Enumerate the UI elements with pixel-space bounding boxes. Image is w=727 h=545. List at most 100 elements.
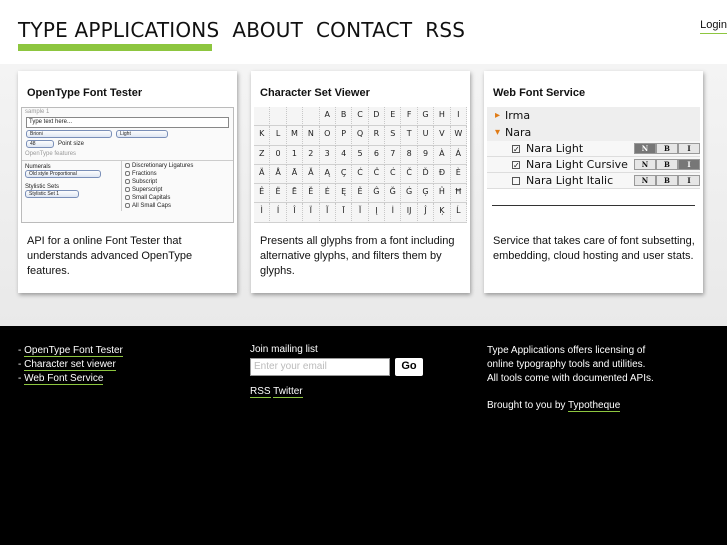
login-link[interactable]: Login bbox=[700, 19, 727, 34]
brought-by: Brought to you by Typotheque bbox=[487, 400, 621, 412]
glyph-cell: Ĉ bbox=[368, 164, 386, 185]
glyph-cell: V bbox=[434, 126, 451, 146]
card-title: OpenType Font Tester bbox=[27, 87, 143, 99]
checkbox-checked-icon: ✓ bbox=[512, 144, 520, 154]
glyph-cell: W bbox=[450, 126, 467, 146]
glyph-cell: Í bbox=[270, 203, 287, 223]
glyph-cell: Î bbox=[286, 203, 304, 223]
feature-option: Small Capitals bbox=[125, 194, 193, 202]
glyph-cell: Ĳ bbox=[401, 203, 418, 223]
glyph-cell: Ğ bbox=[385, 184, 402, 204]
glyph-cell: I bbox=[450, 107, 467, 127]
footer-link-opentype[interactable]: OpenType Font Tester bbox=[24, 345, 123, 357]
glyph-cell: F bbox=[401, 107, 418, 127]
glyph-cell: Ë bbox=[270, 184, 287, 204]
glyph-cell: Ġ bbox=[401, 184, 418, 204]
glyph-cell: L bbox=[270, 126, 287, 146]
glyph-cell: Ĺ bbox=[450, 203, 467, 223]
font-style-row: ✓ Nara Light NBI bbox=[487, 141, 700, 157]
web-font-preview: ▸ Irma ▾ Nara ✓ Nara Light NBI ✓ Nara Li… bbox=[487, 107, 700, 223]
sample-legend: sample 1 bbox=[25, 109, 50, 115]
glyph-cell: Ċ bbox=[385, 164, 402, 185]
card-description: Presents all glyphs from a font includin… bbox=[260, 235, 455, 277]
collapsed-arrow-icon: ▸ bbox=[495, 110, 501, 121]
glyph-cell: 1 bbox=[286, 145, 304, 165]
glyph-cell: Ĕ bbox=[303, 184, 320, 204]
glyph-cell: Č bbox=[401, 164, 418, 185]
feature-option: All Small Caps bbox=[125, 202, 193, 210]
about-line: All tools come with documented APIs. bbox=[487, 373, 654, 384]
expanded-arrow-icon: ▾ bbox=[495, 127, 501, 138]
glyph-cell: P bbox=[335, 126, 353, 146]
typotheque-link[interactable]: Typotheque bbox=[568, 400, 621, 412]
glyph-cell: 9 bbox=[417, 145, 435, 165]
footer-about: Type Applications offers licensing of on… bbox=[487, 344, 687, 413]
nav-contact[interactable]: CONTACT bbox=[316, 18, 412, 42]
divider bbox=[492, 205, 695, 206]
footer-tool-links: - OpenType Font Tester - Character set v… bbox=[18, 345, 123, 385]
glyph-cell: İ bbox=[385, 203, 402, 223]
twitter-link[interactable]: Twitter bbox=[273, 386, 303, 398]
glyph-cell: M bbox=[286, 126, 304, 146]
glyph-cell: E bbox=[385, 107, 402, 127]
card-description: API for a online Font Tester that unders… bbox=[27, 235, 193, 277]
main-nav: TYPE APPLICATIONS ABOUT CONTACT RSS bbox=[18, 18, 465, 42]
font-family-row: ▸ Irma bbox=[487, 107, 700, 124]
nav-rss[interactable]: RSS bbox=[425, 18, 465, 42]
glyph-cell: À bbox=[434, 145, 451, 165]
glyph-cell: Ä bbox=[254, 164, 271, 185]
tools-band: OpenType Font Tester sample 1 Type text … bbox=[0, 64, 727, 326]
features-legend: OpenType features bbox=[25, 151, 77, 157]
glyph-cell bbox=[254, 107, 271, 127]
glyph-cell: Ï bbox=[303, 203, 320, 223]
glyph-cell: Ė bbox=[319, 184, 336, 204]
glyph-cell: 5 bbox=[352, 145, 369, 165]
card-web-font-service[interactable]: Web Font Service ▸ Irma ▾ Nara ✓ Nara Li… bbox=[484, 71, 703, 293]
go-button[interactable]: Go bbox=[395, 358, 423, 376]
glyph-cell: N bbox=[303, 126, 320, 146]
glyph-cell: O bbox=[319, 126, 336, 146]
glyph-cell: Đ bbox=[434, 164, 451, 185]
numerals-select: Old style Proportional bbox=[25, 170, 101, 178]
font-style-row: Nara Light Italic NBI bbox=[487, 173, 700, 189]
glyph-cell: 0 bbox=[270, 145, 287, 165]
glyph-cell: Ą bbox=[319, 164, 336, 185]
glyph-cell: Z bbox=[254, 145, 271, 165]
email-input[interactable]: Enter your email bbox=[250, 358, 390, 376]
glyph-cell: Ď bbox=[417, 164, 435, 185]
nav-type-applications[interactable]: TYPE APPLICATIONS bbox=[18, 18, 219, 42]
glyph-cell: Ĥ bbox=[434, 184, 451, 204]
card-character-set-viewer[interactable]: Character Set Viewer ABCDEFGHI KLMNOPQRST… bbox=[251, 71, 470, 293]
mailing-label: Join mailing list bbox=[250, 344, 318, 355]
glyph-cell: Ē bbox=[286, 184, 304, 204]
glyph-cell: R bbox=[368, 126, 386, 146]
feature-option: Subscript bbox=[125, 178, 193, 186]
about-line: online typography tools and utilities. bbox=[487, 359, 646, 370]
header: TYPE APPLICATIONS ABOUT CONTACT RSS Logi… bbox=[0, 0, 727, 64]
glyph-cell: 7 bbox=[385, 145, 402, 165]
glyph-cell: Ê bbox=[254, 184, 271, 204]
glyph-cell: 2 bbox=[303, 145, 320, 165]
feature-option: Fractions bbox=[125, 170, 193, 178]
glyph-cell: 4 bbox=[335, 145, 353, 165]
card-title: Web Font Service bbox=[493, 87, 586, 99]
font-select: Brioni bbox=[26, 130, 112, 138]
glyph-cell: Į bbox=[368, 203, 386, 223]
footer-link-webfont[interactable]: Web Font Service bbox=[24, 373, 104, 385]
glyph-cell: 6 bbox=[368, 145, 386, 165]
footer: - OpenType Font Tester - Character set v… bbox=[0, 326, 727, 545]
about-line: Type Applications offers licensing of bbox=[487, 345, 646, 356]
glyph-cell: Ī bbox=[335, 203, 353, 223]
rss-link[interactable]: RSS bbox=[250, 386, 271, 398]
footer-link-charset[interactable]: Character set viewer bbox=[24, 359, 116, 371]
feature-option: Superscript bbox=[125, 186, 193, 194]
size-label: Point size bbox=[58, 141, 85, 147]
glyph-cell: A bbox=[319, 107, 336, 127]
glyph-cell: S bbox=[385, 126, 402, 146]
glyph-cell: 3 bbox=[319, 145, 336, 165]
glyph-cell: Ę bbox=[335, 184, 353, 204]
active-nav-underline bbox=[18, 44, 212, 51]
card-opentype-tester[interactable]: OpenType Font Tester sample 1 Type text … bbox=[18, 71, 237, 293]
nav-about[interactable]: ABOUT bbox=[232, 18, 303, 42]
glyph-cell: G bbox=[417, 107, 435, 127]
